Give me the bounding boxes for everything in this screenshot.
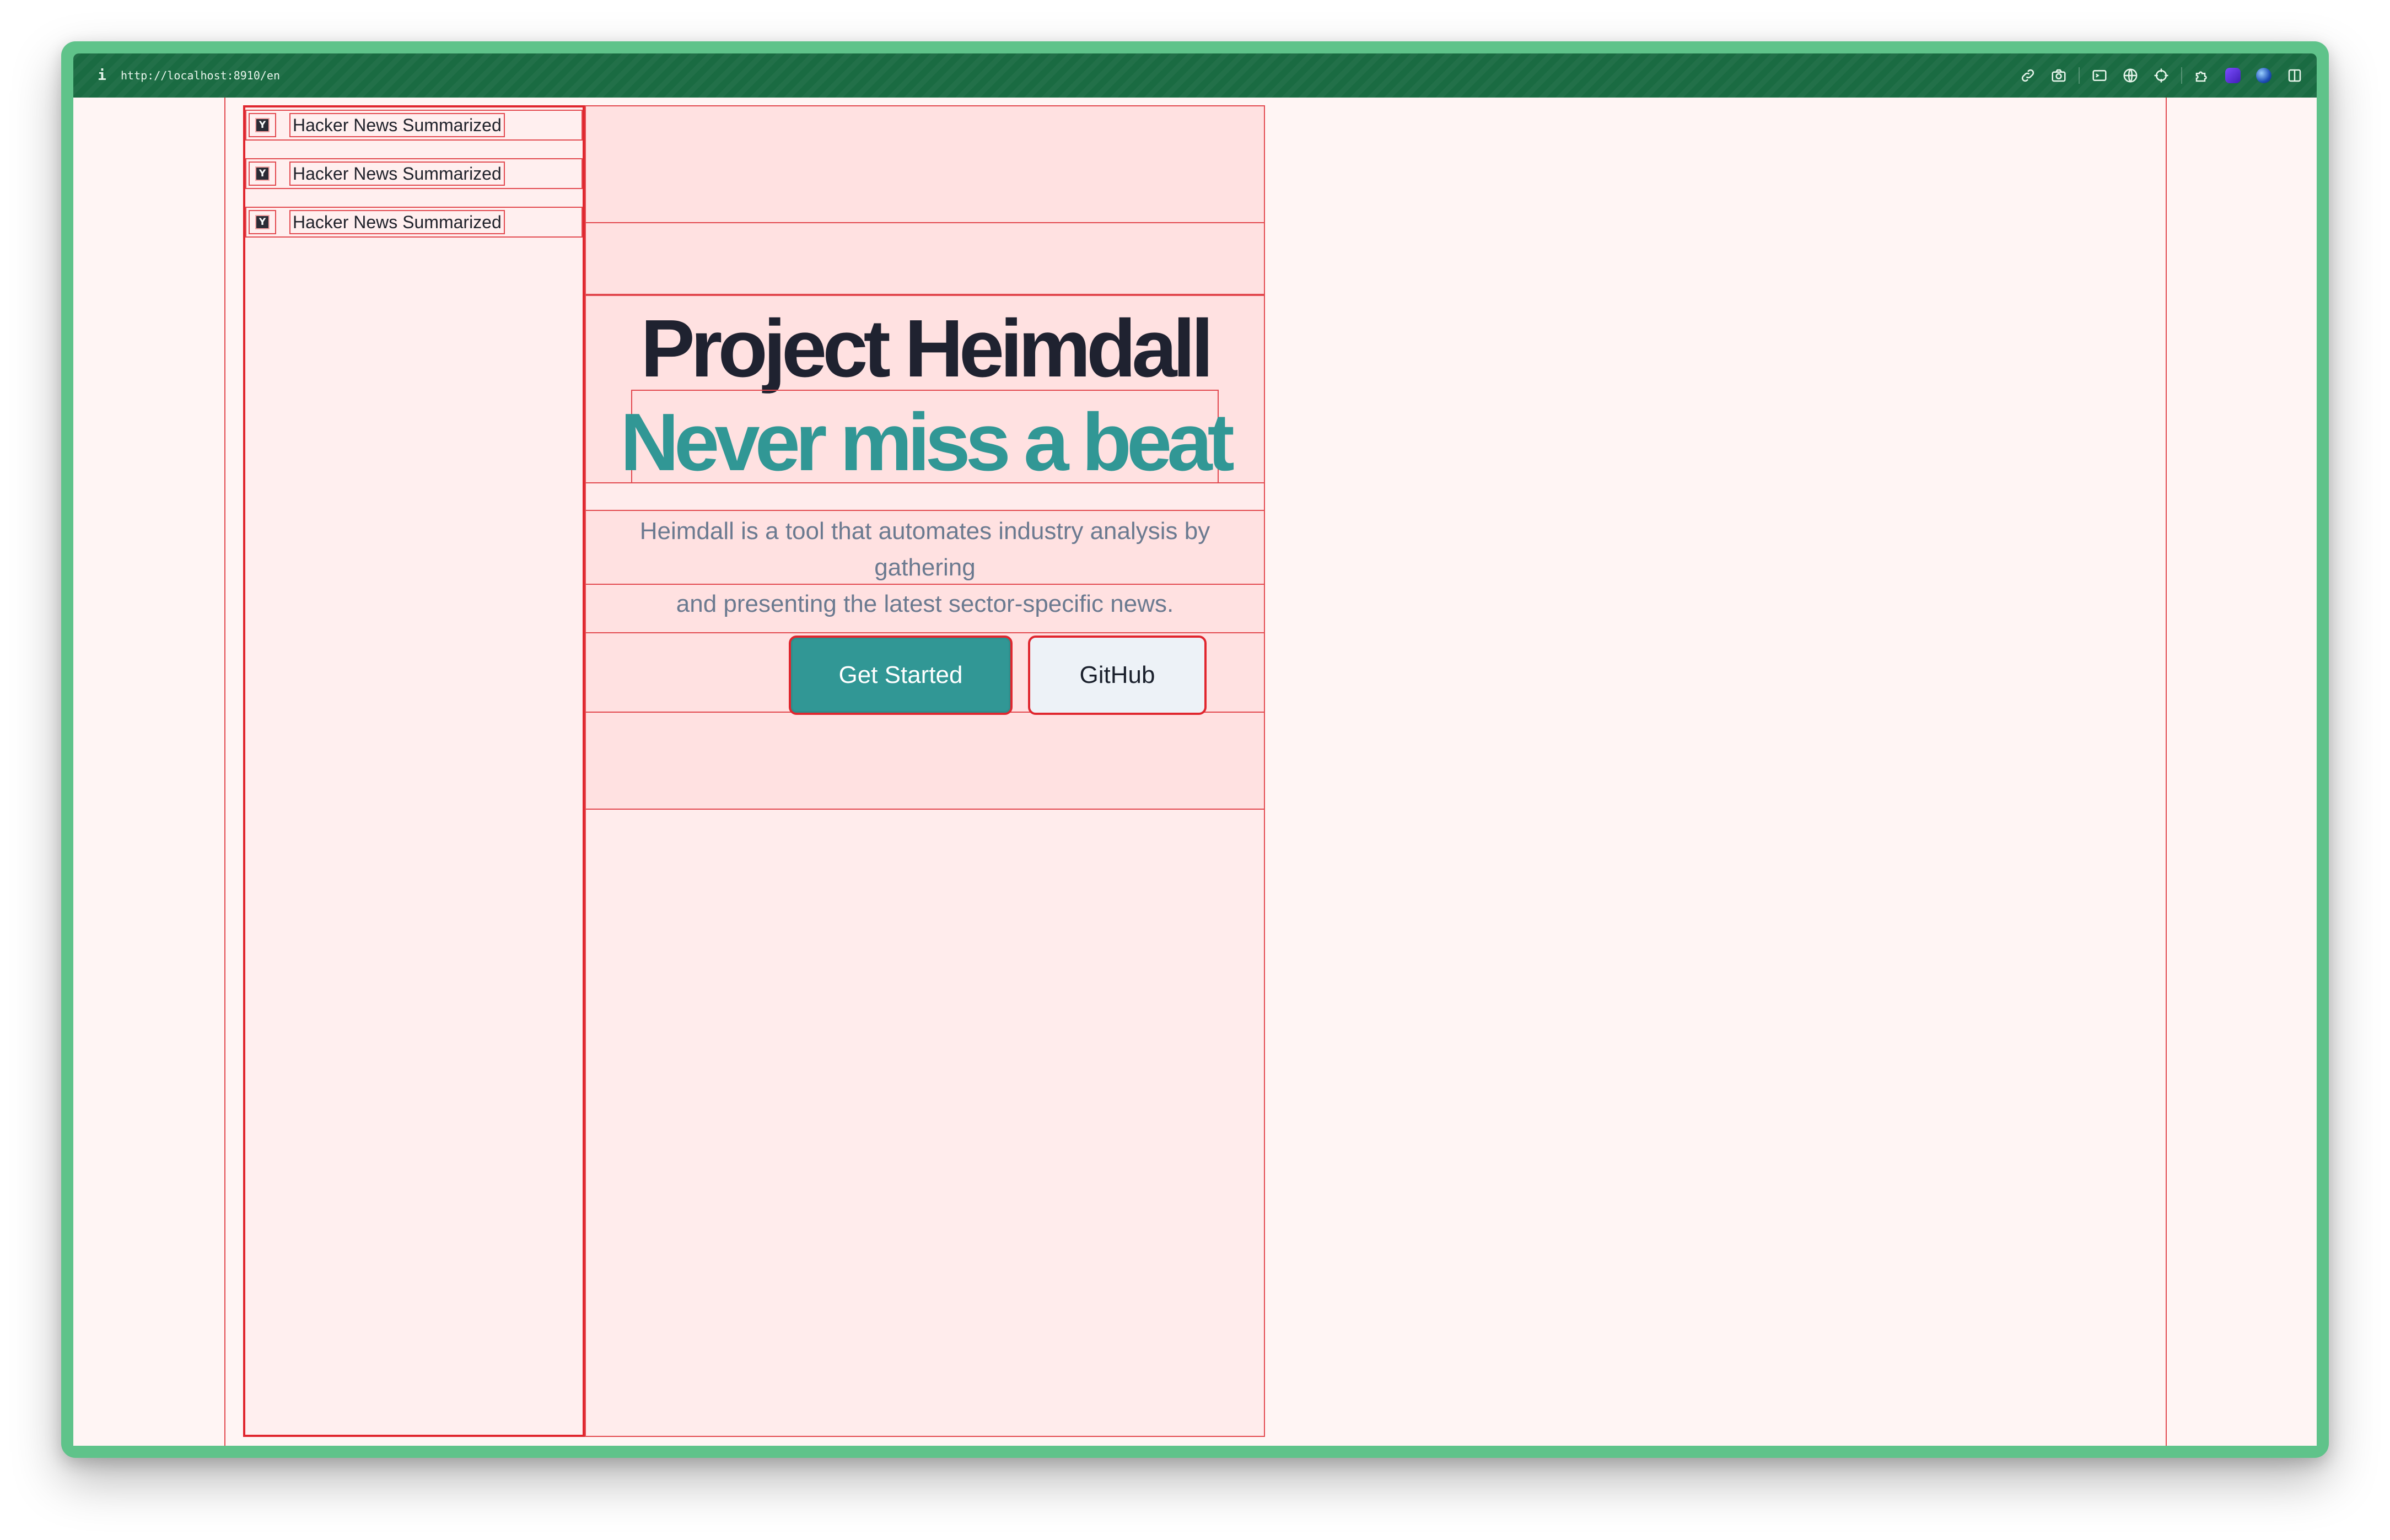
browser-window: i http://localhost:8910/en Y Hacker News… xyxy=(61,41,2329,1458)
extension-purple-icon[interactable] xyxy=(2222,64,2244,87)
hero-spacer-bottom xyxy=(585,712,1265,810)
sidebar-item-hacker-news-1[interactable]: Y Hacker News Summarized xyxy=(245,110,583,141)
sidebar-toggle-icon[interactable] xyxy=(2284,64,2306,87)
hero-spacer-top xyxy=(585,105,1265,223)
right-guide-line xyxy=(2166,98,2167,1446)
sidebar-item-label[interactable]: Hacker News Summarized xyxy=(289,210,505,234)
ycombinator-icon: Y xyxy=(249,210,276,234)
sidebar: Y Hacker News Summarized Y Hacker News S… xyxy=(243,105,585,1437)
page-title: Project Heimdall xyxy=(640,303,1214,394)
hero-section: Project Heimdall Never miss a beat Heimd… xyxy=(585,105,1265,1437)
globe-icon[interactable] xyxy=(2119,64,2141,87)
toolbar-separator xyxy=(2181,67,2182,84)
page-subtitle: Never miss a beat xyxy=(620,397,1235,488)
sidebar-item-label[interactable]: Hacker News Summarized xyxy=(289,113,505,137)
extension-blue-icon[interactable] xyxy=(2253,64,2275,87)
toolbar-separator xyxy=(2079,67,2080,84)
terminal-icon[interactable] xyxy=(2088,64,2111,87)
hero-description-line-1: Heimdall is a tool that automates indust… xyxy=(639,518,1210,581)
ycombinator-icon: Y xyxy=(249,113,276,137)
info-icon[interactable]: i xyxy=(90,67,114,84)
browser-toolbar: i http://localhost:8910/en xyxy=(73,53,2317,98)
puzzle-icon[interactable] xyxy=(2191,64,2213,87)
crosshair-icon[interactable] xyxy=(2150,64,2172,87)
link-icon[interactable] xyxy=(2017,64,2039,87)
toolbar-tools xyxy=(2008,64,2306,87)
hero-description-line-2: and presenting the latest sector-specifi… xyxy=(676,590,1174,617)
camera-icon[interactable] xyxy=(2048,64,2070,87)
sidebar-item-label[interactable]: Hacker News Summarized xyxy=(289,161,505,186)
hero-description: Heimdall is a tool that automates indust… xyxy=(586,513,1264,622)
github-button[interactable]: GitHub xyxy=(1028,636,1207,715)
sidebar-item-hacker-news-2[interactable]: Y Hacker News Summarized xyxy=(245,158,583,189)
url-bar[interactable]: http://localhost:8910/en xyxy=(121,69,280,82)
hero-spacer xyxy=(585,222,1265,296)
ycombinator-icon: Y xyxy=(249,161,276,186)
get-started-button[interactable]: Get Started xyxy=(789,636,1013,715)
sidebar-item-hacker-news-3[interactable]: Y Hacker News Summarized xyxy=(245,207,583,238)
page-viewport: Y Hacker News Summarized Y Hacker News S… xyxy=(73,98,2317,1446)
